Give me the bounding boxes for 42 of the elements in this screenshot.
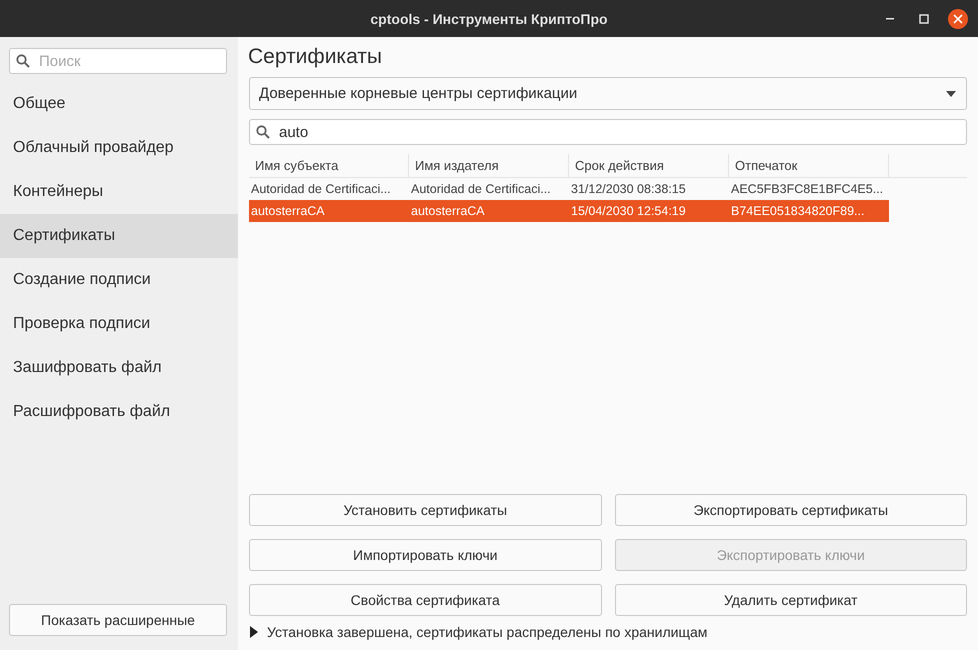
column-header[interactable]: Срок действия <box>569 154 729 177</box>
caret-icon <box>946 90 956 96</box>
action-button[interactable]: Удалить сертификат <box>614 584 967 616</box>
close-button[interactable] <box>948 8 968 28</box>
sidebar-item[interactable]: Расшифровать файл <box>0 390 238 434</box>
table-cell-text: AEC5FB3FC8E1BFC4E5... <box>730 181 884 198</box>
column-header[interactable]: Имя издателя <box>409 154 569 177</box>
sidebar-item[interactable]: Сертификаты <box>0 214 238 258</box>
column-header[interactable]: Отпечаток <box>729 154 889 177</box>
filter-field[interactable]: auto <box>249 119 967 145</box>
table-row[interactable]: autosterraCA autosterraCA 15/04/2030 12:54:19 B74EE051834820F89... <box>249 200 889 222</box>
sidebar-item[interactable]: Облачный провайдер <box>0 126 238 170</box>
close-icon <box>953 14 963 24</box>
minimize-icon <box>886 18 894 20</box>
table-cell-text: autosterraCA <box>410 203 486 220</box>
window-title: cptools - Инструменты КриптоПро <box>370 10 608 26</box>
sidebar-item[interactable]: Зашифровать файл <box>0 346 238 390</box>
table-cell-text: autosterraCA <box>250 203 326 220</box>
action-button[interactable]: Установить сертификаты <box>249 494 602 526</box>
status-text: Установка завершена, сертификаты распределены по хранилищам <box>267 624 708 640</box>
sidebar-item[interactable]: Создание подписи <box>0 258 238 302</box>
table-row[interactable]: Autoridad de Certificaci... Autoridad de Certificaci... 31/12/2030 08:38:15 AEC5FB3FC8E1BFC4E5... <box>249 178 889 200</box>
sidebar-item[interactable]: Проверка подписи <box>0 302 238 346</box>
action-button[interactable]: Импортировать ключи <box>249 539 602 571</box>
action-button[interactable]: Свойства сертификата <box>249 584 602 616</box>
table-cell-text: Autoridad de Certificaci... <box>410 181 552 198</box>
expander-icon[interactable] <box>249 626 259 638</box>
table-cell-text: B74EE051834820F89... <box>730 203 866 220</box>
maximize-icon <box>919 14 929 24</box>
table-cell-text: 31/12/2030 08:38:15 <box>570 181 687 198</box>
sidebar-item[interactable]: Контейнеры <box>0 170 238 214</box>
column-header[interactable]: Имя субъекта <box>249 154 409 177</box>
table-cell-text: Autoridad de Certificaci... <box>250 181 392 198</box>
search-field[interactable]: Поиск <box>9 48 227 74</box>
search-icon <box>16 54 30 68</box>
sidebar-item[interactable]: Общее <box>0 82 238 126</box>
table-cell-text: 15/04/2030 12:54:19 <box>570 203 687 220</box>
show-advanced-button[interactable]: Показать расширенные <box>9 604 227 636</box>
action-button[interactable]: Экспортировать сертификаты <box>614 494 967 526</box>
search-icon <box>256 125 270 139</box>
page-heading: Сертификаты <box>248 45 383 69</box>
store-dropdown[interactable]: Доверенные корневые центры сертификации <box>249 77 967 110</box>
